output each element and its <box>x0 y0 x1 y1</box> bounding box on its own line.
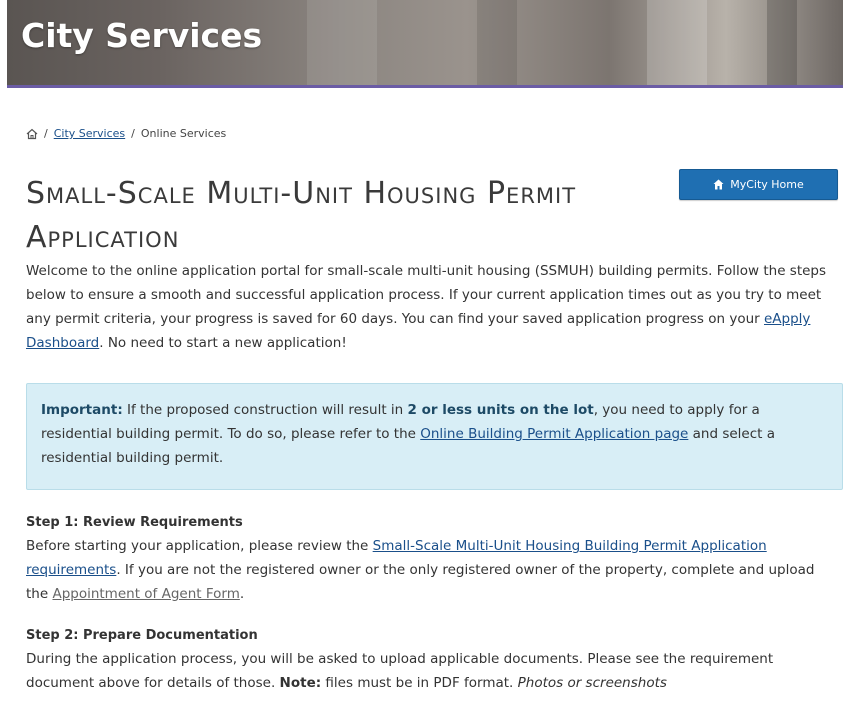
note-label: Note: <box>279 675 322 691</box>
banner-image-detail <box>767 0 797 85</box>
step2-text: files must be in PDF format. <box>321 675 518 691</box>
breadcrumb-separator: / <box>44 127 48 140</box>
step1-body: Before starting your application, please… <box>26 534 838 606</box>
breadcrumb-current: Online Services <box>140 127 227 140</box>
breadcrumb: / City Services / Online Services <box>26 127 226 140</box>
step2-body: During the application process, you will… <box>26 647 838 695</box>
step1-title: Step 1: Review Requirements <box>26 515 243 530</box>
page-title: Small-Scale Multi-Unit Housing Permit Ap… <box>26 176 577 255</box>
intro-text-end: . No need to start a new application! <box>99 335 347 351</box>
step1-text: . <box>239 586 245 602</box>
important-alert: Important: If the proposed construction … <box>26 383 843 490</box>
alert-text: If the proposed construction will result… <box>122 402 408 418</box>
home-icon[interactable] <box>26 128 38 140</box>
appointment-of-agent-link[interactable]: Appointment of Agent Form <box>52 586 239 602</box>
banner-image-detail <box>307 0 377 85</box>
mycity-home-button[interactable]: MyCity Home <box>679 169 838 200</box>
step2-italic-text: Photos or screenshots <box>517 675 667 691</box>
building-permit-page-link[interactable]: Online Building Permit Application page <box>420 426 688 442</box>
breadcrumb-separator: / <box>131 127 135 140</box>
step2-title: Step 2: Prepare Documentation <box>26 628 258 643</box>
alert-bold-text: 2 or less units on the lot <box>407 402 594 418</box>
banner-image-detail <box>477 0 517 85</box>
step1-text: Before starting your application, please… <box>26 538 373 554</box>
alert-label: Important: <box>41 402 123 418</box>
house-icon <box>713 179 724 190</box>
banner-title: City Services <box>21 16 263 55</box>
intro-paragraph: Welcome to the online application portal… <box>26 259 836 355</box>
mycity-home-label: MyCity Home <box>730 178 804 191</box>
breadcrumb-link-city-services[interactable]: City Services <box>54 127 125 140</box>
banner-image-detail <box>647 0 707 85</box>
banner: City Services <box>7 0 843 88</box>
intro-text: Welcome to the online application portal… <box>26 263 827 327</box>
